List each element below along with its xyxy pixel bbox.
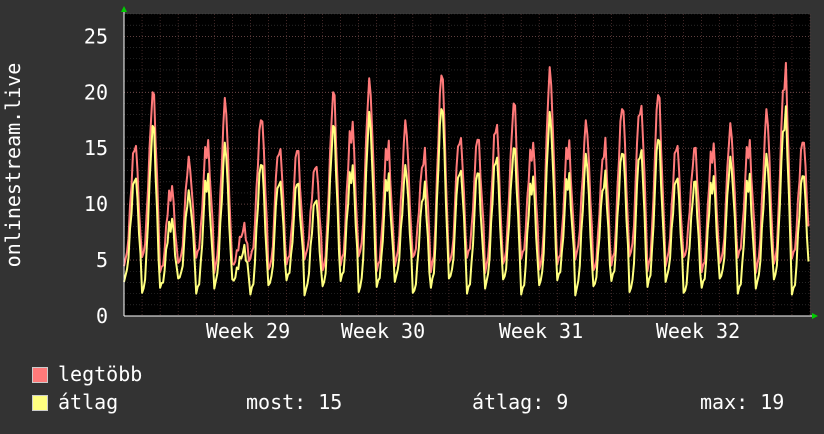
x-axis-arrow [812,313,818,319]
legend-label-avg: átlag [58,390,119,414]
y-tick-label: 10 [84,192,108,216]
stat-current: most: 15 [246,390,343,414]
y-tick-label: 20 [84,80,108,104]
x-tick-label: Week 32 [656,319,740,343]
stat-maximum: max: 19 [700,390,785,414]
legend-swatch-avg [32,395,48,411]
legend-label-max: legtöbb [58,362,143,386]
y-tick-label: 0 [96,304,108,328]
x-tick-label: Week 29 [206,319,290,343]
legend-swatch-max [32,367,48,383]
y-tick-label: 25 [84,24,108,48]
y-tick-label: 15 [84,136,108,160]
x-tick-label: Week 31 [499,319,583,343]
x-tick-label: Week 30 [341,319,425,343]
y-tick-label: 5 [96,248,108,272]
y-axis-arrow [121,6,127,12]
y-axis-label: onlinestream.live [1,63,25,268]
stat-average: átlag: 9 [472,390,569,414]
